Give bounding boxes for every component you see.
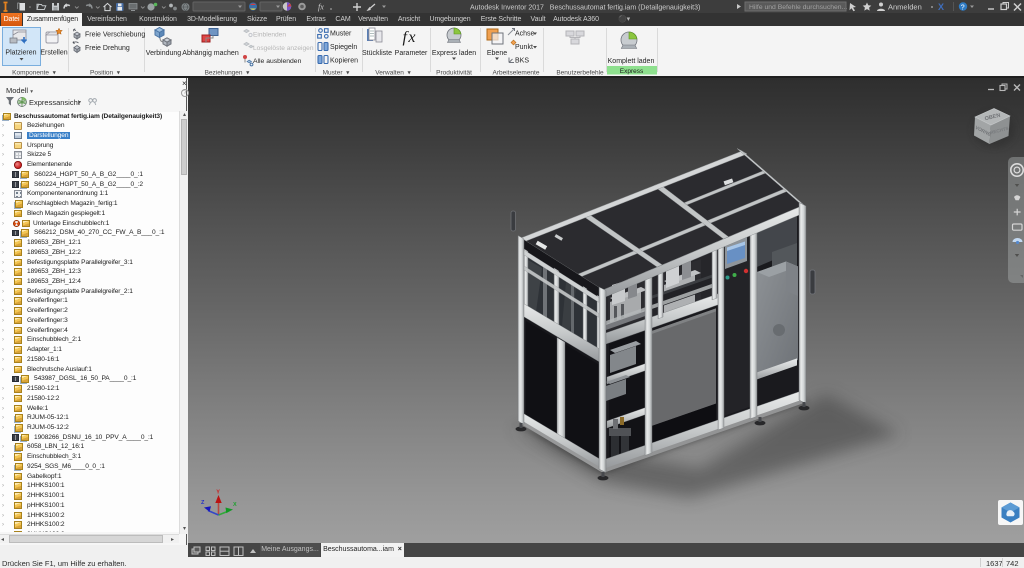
svg-text:Y: Y xyxy=(216,490,220,496)
svg-text:Einblenden: Einblenden xyxy=(253,32,286,39)
svg-text:Muster: Muster xyxy=(330,31,352,38)
svg-text:?: ? xyxy=(961,4,965,11)
svg-text:Express laden: Express laden xyxy=(432,50,476,57)
svg-text:X: X xyxy=(938,2,944,12)
svg-text:Express: Express xyxy=(620,68,644,75)
svg-text:Verbindung: Verbindung xyxy=(146,50,182,57)
svg-text:Alle ausblenden: Alle ausblenden xyxy=(253,58,302,65)
svg-text:Parameter: Parameter xyxy=(395,50,428,57)
svg-text:Kopieren: Kopieren xyxy=(330,57,358,64)
svg-text:BKS: BKS xyxy=(515,57,529,64)
svg-text:Erstellen: Erstellen xyxy=(40,50,67,57)
svg-text:Autodesk Inventor 2017 Besch: Autodesk Inventor 2017 Beschussautomat f… xyxy=(470,5,700,12)
svg-text:Komplett laden: Komplett laden xyxy=(608,58,655,65)
svg-text:Hilfe und Befehle durchsuchen.: Hilfe und Befehle durchsuchen... xyxy=(749,4,847,11)
svg-text:Losgelöste anzeigen: Losgelöste anzeigen xyxy=(253,45,314,52)
svg-text:fx: fx xyxy=(318,3,324,12)
svg-text:Freie Drehung: Freie Drehung xyxy=(85,45,130,52)
svg-text:Platzieren: Platzieren xyxy=(5,50,36,57)
svg-text:Spiegeln: Spiegeln xyxy=(330,44,357,51)
svg-text:Ebene: Ebene xyxy=(487,50,507,57)
svg-text:Abhängig machen: Abhängig machen xyxy=(182,50,239,57)
svg-text:Anmelden: Anmelden xyxy=(888,3,922,12)
svg-text:X: X xyxy=(233,502,237,508)
svg-text:Freie Verschiebung: Freie Verschiebung xyxy=(85,32,145,39)
svg-text:Z: Z xyxy=(201,500,205,506)
svg-text:Stückliste: Stückliste xyxy=(362,50,392,57)
svg-text:Punkt: Punkt xyxy=(515,44,537,51)
svg-text:f x: f x xyxy=(403,29,416,46)
